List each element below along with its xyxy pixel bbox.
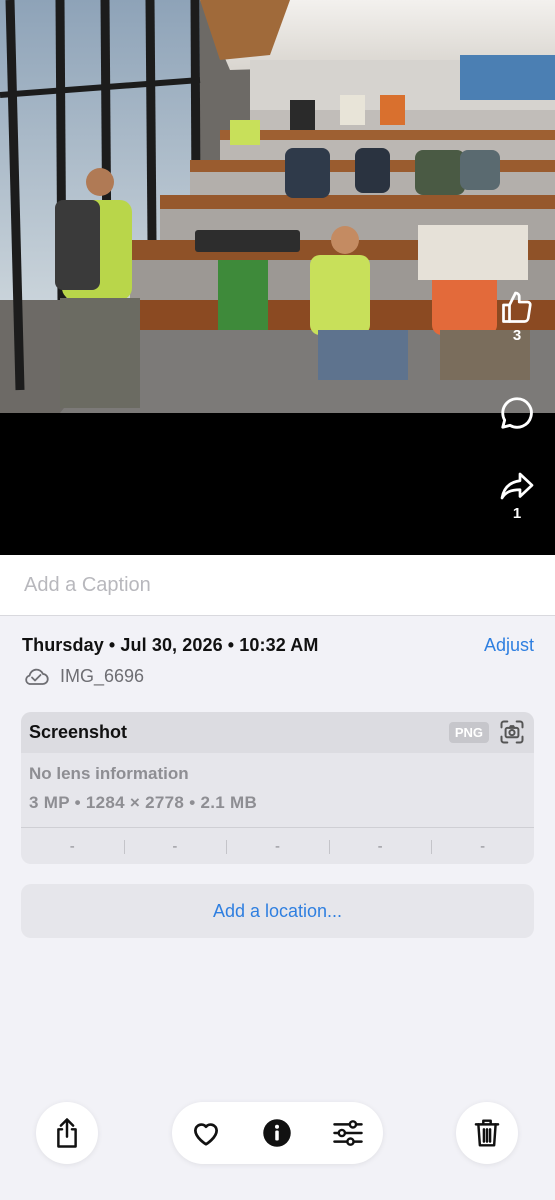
trash-icon [474,1119,500,1147]
metadata-card: Screenshot PNG No lens information 3 MP … [21,712,534,864]
format-badge: PNG [448,722,489,743]
photo-details: Thursday • Jul 30, 2026 • 10:32 AM Adjus… [22,635,534,687]
delete-button[interactable] [456,1102,518,1164]
cloud-check-icon [25,668,49,685]
exif-aperture: - [328,838,432,855]
caption-row [0,555,555,616]
date-time: Thursday • Jul 30, 2026 • 10:32 AM [22,635,319,655]
filename: IMG_6696 [60,665,145,686]
info-icon [263,1119,291,1147]
add-location-button[interactable]: Add a location... [21,884,534,938]
like-button[interactable]: 3 [493,290,541,344]
edit-button[interactable] [332,1117,364,1149]
adjustments-icon [333,1120,363,1146]
exif-focal-length: - [123,838,227,855]
image-specs: 3 MP • 1284 × 2778 • 2.1 MB [29,793,258,812]
exif-shutter: - [431,838,534,855]
caption-input[interactable] [22,572,506,598]
comment-icon [501,397,533,429]
share-icon [57,1118,77,1148]
exif-iso: - [69,837,75,855]
thumbs-up-icon [502,291,532,323]
favorite-button[interactable] [190,1117,222,1149]
card-title: Screenshot [29,722,128,742]
share-photo-button[interactable]: 1 [493,468,541,522]
camera-viewfinder-icon [500,720,524,744]
center-toolbar [172,1102,383,1164]
filename-row: IMG_6696 [22,665,534,687]
share-button[interactable] [36,1102,98,1164]
exif-exposure: - [226,838,329,855]
like-count: 3 [512,327,522,344]
adjust-button[interactable]: Adjust [484,635,534,656]
comment-button[interactable] [493,394,541,437]
photo-image [0,0,555,413]
lens-info: No lens information [29,764,189,783]
info-button[interactable] [261,1117,293,1149]
exif-row: - - - - - [21,827,534,864]
heart-icon [194,1123,218,1146]
forward-arrow-icon [500,472,534,500]
share-count: 1 [512,505,522,522]
photo-viewer[interactable]: 3 1 [0,0,555,555]
card-header: Screenshot PNG [21,712,534,753]
